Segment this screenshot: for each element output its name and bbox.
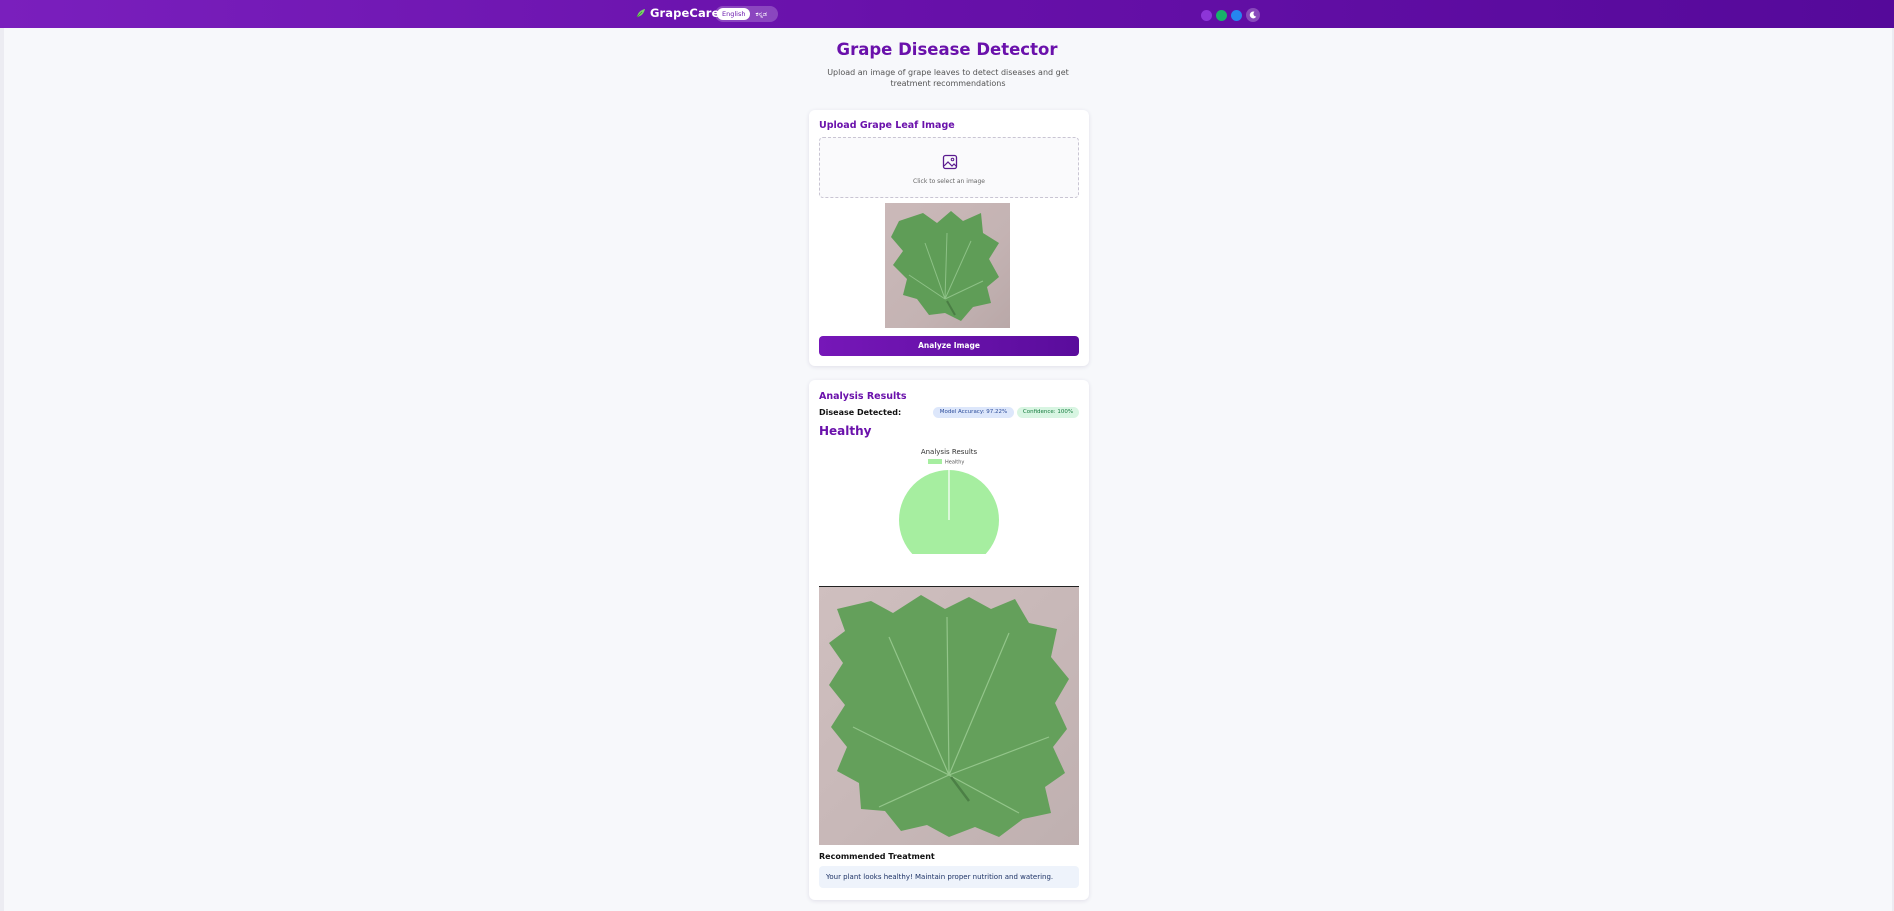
disease-detected-label: Disease Detected: bbox=[819, 408, 902, 417]
upload-card: Upload Grape Leaf Image Click to select … bbox=[809, 110, 1089, 366]
theme-purple-button[interactable] bbox=[1201, 9, 1212, 21]
leaf-logo-icon bbox=[636, 9, 645, 18]
treatment-title: Recommended Treatment bbox=[819, 852, 935, 861]
theme-switcher bbox=[1201, 8, 1260, 22]
page-subtitle: Upload an image of grape leaves to detec… bbox=[827, 68, 1069, 88]
results-card: Analysis Results Disease Detected: Model… bbox=[809, 380, 1089, 900]
lang-option-english[interactable]: English bbox=[717, 8, 751, 20]
image-icon bbox=[942, 154, 958, 170]
analyze-image-button[interactable]: Analyze Image bbox=[819, 336, 1079, 356]
page-title: Grape Disease Detector bbox=[836, 40, 1058, 59]
analysis-pie-chart: Analysis Results Healthy bbox=[819, 446, 1079, 554]
detected-disease-name: Healthy bbox=[819, 424, 872, 438]
brand-name: GrapeCare bbox=[650, 6, 720, 20]
chart-slices bbox=[899, 470, 999, 554]
navbar: GrapeCare English ಕನ್ನಡ bbox=[0, 0, 1894, 28]
legend-label-healthy: Healthy bbox=[945, 460, 964, 466]
chart-title: Analysis Results bbox=[921, 448, 978, 456]
moon-icon bbox=[1249, 11, 1257, 19]
lang-option-kannada[interactable]: ಕನ್ನಡ bbox=[750, 8, 772, 20]
confidence-badge: Confidence: 100% bbox=[1017, 407, 1079, 418]
image-preview bbox=[819, 203, 1079, 328]
dark-mode-toggle[interactable] bbox=[1246, 8, 1260, 22]
chart-legend: Healthy bbox=[928, 459, 964, 466]
language-switcher: English ಕನ್ನಡ bbox=[715, 6, 778, 22]
treatment-text: Your plant looks healthy! Maintain prope… bbox=[819, 866, 1079, 888]
page-border-left bbox=[0, 0, 4, 911]
legend-swatch-healthy[interactable] bbox=[928, 459, 942, 464]
analyzed-leaf-image bbox=[819, 586, 1079, 845]
image-dropzone[interactable]: Click to select an image bbox=[819, 137, 1079, 198]
upload-card-title: Upload Grape Leaf Image bbox=[819, 120, 955, 131]
theme-blue-button[interactable] bbox=[1231, 9, 1242, 21]
pie-chart-svg: Analysis Results Healthy bbox=[899, 448, 999, 554]
model-accuracy-badge: Model Accuracy: 97.22% bbox=[933, 407, 1014, 418]
brand-link[interactable]: GrapeCare bbox=[636, 6, 719, 20]
results-card-title: Analysis Results bbox=[819, 391, 907, 402]
dropzone-hint: Click to select an image bbox=[913, 178, 985, 185]
theme-green-button[interactable] bbox=[1216, 9, 1227, 21]
uploaded-leaf-image bbox=[885, 203, 1010, 328]
